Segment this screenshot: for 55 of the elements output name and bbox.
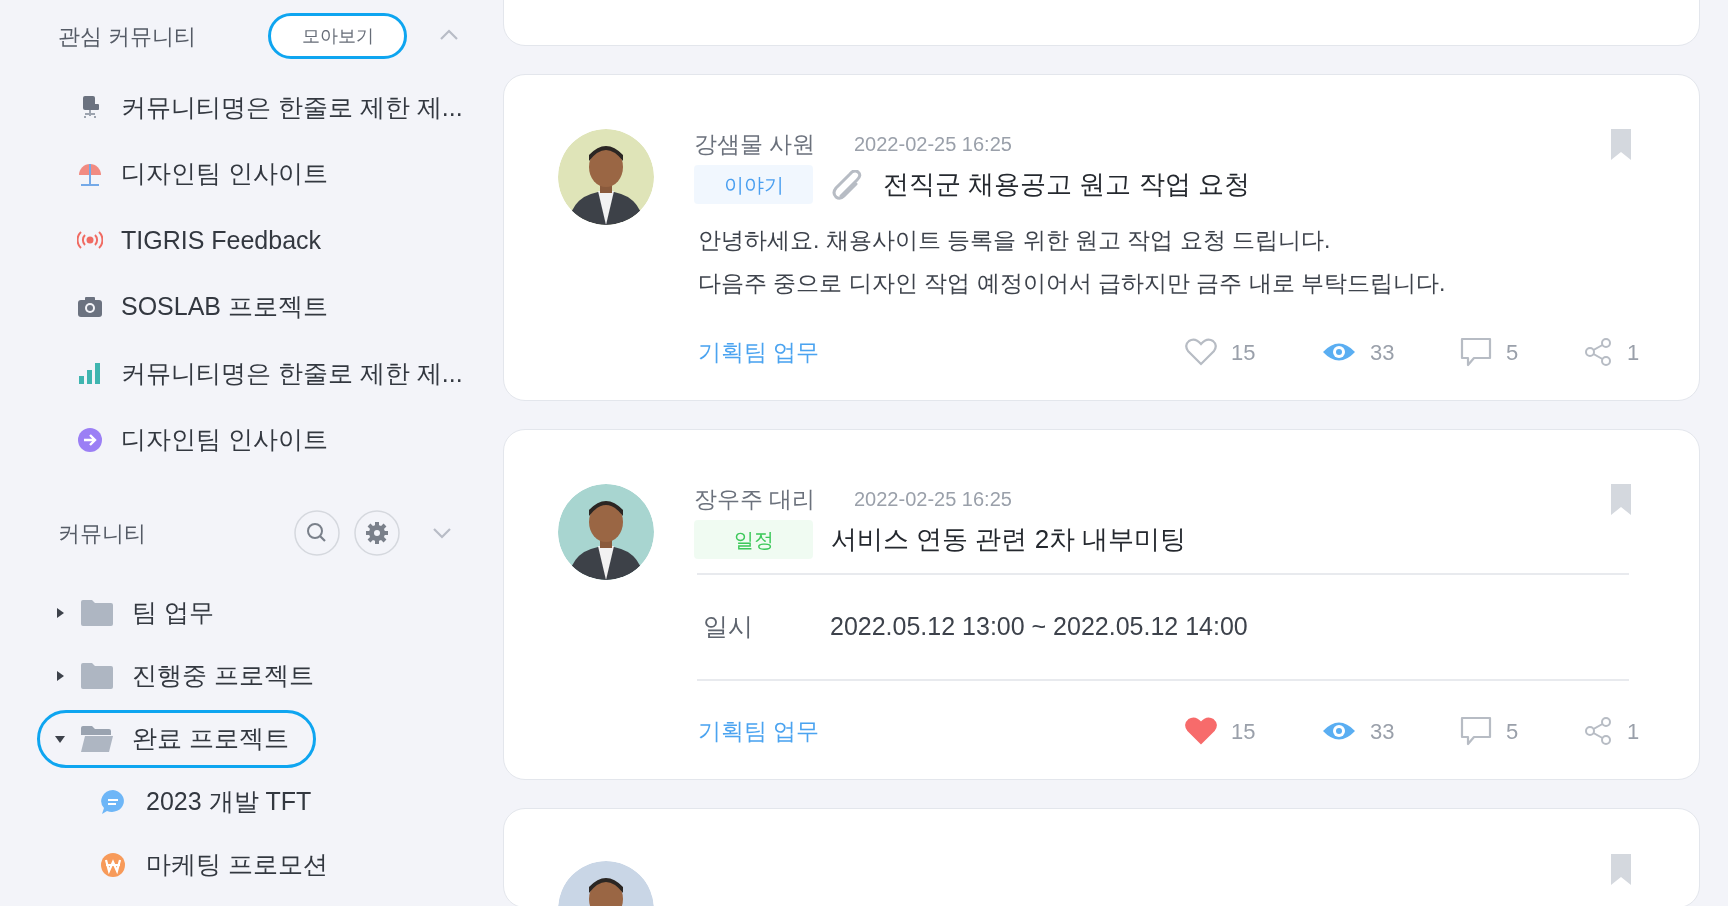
- stat-count: 1: [1627, 338, 1640, 367]
- community-link[interactable]: TIGRIS Feedback: [121, 221, 322, 259]
- search-icon[interactable]: [294, 510, 340, 556]
- share-icon[interactable]: [1583, 337, 1613, 367]
- author-name: 장우주 대리: [694, 484, 817, 514]
- share-icon[interactable]: [1583, 716, 1613, 746]
- eye-icon: [1322, 720, 1356, 742]
- bar-chart-icon: [77, 360, 103, 387]
- folder-icon: [80, 661, 114, 690]
- post-title[interactable]: 전직군 채용공고 원고 작업 요청: [883, 165, 1250, 204]
- comment-icon[interactable]: [1460, 716, 1492, 746]
- folder-icon: [80, 598, 114, 627]
- community-link[interactable]: 커뮤니티명은 한줄로 제한 제...: [121, 354, 463, 392]
- post-date: 2022-02-25 16:25: [854, 132, 1013, 157]
- settings-icon[interactable]: [354, 510, 400, 556]
- post-title[interactable]: 서비스 연동 관련 2차 내부미팅: [831, 520, 1187, 559]
- category-tag: 일정: [694, 520, 813, 559]
- stat-count: 33: [1370, 338, 1395, 367]
- filled-heart-icon[interactable]: [1185, 717, 1217, 745]
- stat-count: 15: [1231, 717, 1256, 746]
- category-tag: 이야기: [694, 165, 813, 204]
- stat-count: 33: [1370, 717, 1395, 746]
- author-name: 강샘물 사원: [694, 129, 817, 159]
- heart-icon[interactable]: [1185, 338, 1217, 366]
- community-link[interactable]: 마케팅 프로모션: [146, 845, 328, 884]
- folder-item[interactable]: 진행중 프로젝트: [37, 646, 341, 705]
- comment-icon[interactable]: [1460, 337, 1492, 367]
- folder-item[interactable]: 완료 프로젝트: [37, 709, 316, 768]
- post-body-line: 안녕하세요. 채용사이트 등록을 위한 원고 작업 요청 드립니다.: [698, 226, 1332, 255]
- stat-count: 1: [1627, 717, 1640, 746]
- stat-count: 5: [1506, 717, 1519, 746]
- open-folder-icon: [80, 724, 114, 753]
- eye-icon: [1322, 341, 1356, 363]
- community-link[interactable]: 2023 개발 TFT: [146, 782, 312, 821]
- stat-count: 15: [1231, 338, 1256, 367]
- coin-icon: [100, 851, 126, 878]
- bookmark-icon[interactable]: [1609, 853, 1633, 886]
- section-title: 커뮤니티: [58, 519, 147, 548]
- bookmark-icon[interactable]: [1609, 482, 1633, 516]
- folder-item[interactable]: 팀 업무: [37, 583, 241, 642]
- community-link[interactable]: SOSLAB 프로젝트: [121, 288, 328, 326]
- community-link[interactable]: 커뮤니티명은 한줄로 제한 제...: [121, 88, 463, 126]
- caret-right-icon[interactable]: [54, 669, 66, 682]
- stat-count: 5: [1506, 338, 1519, 367]
- post-body-line: 다음주 중으로 디자인 작업 예정이어서 급하지만 금주 내로 부탁드립니다.: [698, 269, 1447, 298]
- bookmark-icon[interactable]: [1609, 127, 1633, 161]
- caret-right-icon[interactable]: [54, 606, 66, 619]
- view-all-button[interactable]: 모아보기: [268, 13, 407, 59]
- community-link[interactable]: 디자인팀 인사이트: [121, 155, 328, 193]
- chat-bubble-icon: [100, 788, 126, 815]
- field-label: 일시: [703, 611, 754, 643]
- community-link[interactable]: 디자인팀 인사이트: [121, 421, 328, 459]
- section-title: 관심 커뮤니티: [58, 22, 198, 51]
- post-date: 2022-02-25 16:25: [854, 487, 1013, 512]
- schedule-time: 2022.05.12 13:00 ~ 2022.05.12 14:00: [830, 611, 1248, 643]
